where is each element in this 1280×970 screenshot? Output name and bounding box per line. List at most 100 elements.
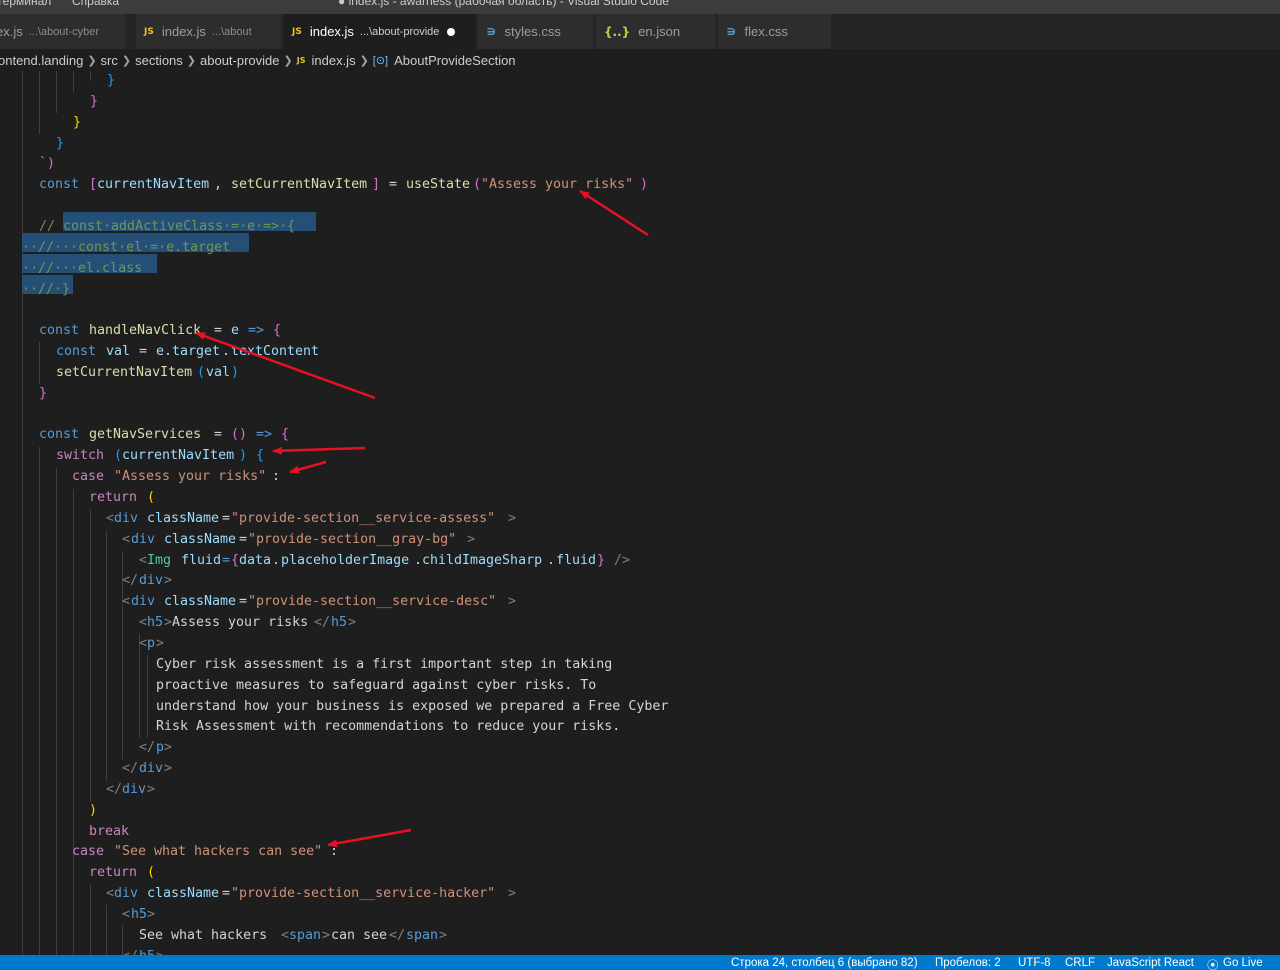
code-token: = xyxy=(206,323,231,339)
unsaved-dot-icon[interactable] xyxy=(447,27,456,36)
code-token: ) xyxy=(239,427,248,443)
code-token: h5 xyxy=(147,615,164,631)
language-mode-status[interactable]: JavaScript React xyxy=(1107,957,1194,969)
menu-help[interactable]: Справка xyxy=(72,0,119,8)
chevron-right-icon: ❯ xyxy=(186,54,197,67)
code-token: { xyxy=(273,323,282,339)
indentation-status[interactable]: Пробелов: 2 xyxy=(935,957,1001,969)
code-token: div xyxy=(131,531,156,547)
chevron-right-icon: ❯ xyxy=(359,54,369,67)
code-token: ··//·} xyxy=(22,281,71,297)
tab-flex-css[interactable]: ∍ flex.css xyxy=(718,14,832,49)
code-token: ) xyxy=(640,177,649,193)
code-token: [ xyxy=(89,177,98,193)
breadcrumb-item[interactable]: AboutProvideSection xyxy=(394,53,515,68)
json-file-icon: {..} xyxy=(604,24,631,39)
code-token: < xyxy=(122,531,131,547)
tab-name: index.js xyxy=(161,24,206,39)
code-token: , xyxy=(214,177,231,193)
code-token: { xyxy=(231,552,240,568)
code-token: => xyxy=(248,323,265,339)
code-token: = xyxy=(222,510,231,526)
code-token: Img xyxy=(147,552,172,568)
code-token: "provide-section__service-desc" xyxy=(248,594,497,610)
code-token: } xyxy=(56,135,65,151)
code-token: div xyxy=(122,781,147,797)
code-token: const xyxy=(56,344,105,360)
code-token: p xyxy=(156,740,165,756)
code-token: placeholderImage xyxy=(281,552,410,568)
code-token: . xyxy=(547,552,556,568)
tab-name: ex.js xyxy=(0,24,23,39)
tab-styles-css[interactable]: ∍ styles.css xyxy=(478,14,594,49)
code-token: switch xyxy=(56,448,113,464)
code-token: } xyxy=(39,385,48,401)
code-token: ) xyxy=(239,448,248,464)
code-token: </ xyxy=(139,740,156,756)
breadcrumb-item[interactable]: src xyxy=(101,53,118,68)
breadcrumb-item[interactable]: index.js xyxy=(311,53,355,68)
js-file-icon: JS xyxy=(296,55,306,65)
code-token: = xyxy=(239,531,248,547)
code-token: = xyxy=(239,594,248,610)
tab-index-js-about-provide[interactable]: JS index.js ...\about-provide xyxy=(284,14,476,49)
indent-guide xyxy=(90,884,91,955)
code-token: ··//···const·el·=·e.target xyxy=(22,239,231,255)
code-token: < xyxy=(122,594,131,610)
code-token: h5 xyxy=(139,946,155,955)
code-token: => xyxy=(256,427,273,443)
code-token: break xyxy=(89,823,130,839)
tab-ex-js[interactable]: ex.js ...\about-cyber xyxy=(0,14,126,49)
breadcrumb-item[interactable]: about-provide xyxy=(200,53,280,68)
code-token: ( xyxy=(473,177,482,193)
code-token: ) xyxy=(47,156,56,172)
code-token: : xyxy=(330,844,339,860)
indent-guide xyxy=(39,71,40,134)
indent-guide xyxy=(147,655,148,738)
tab-name: styles.css xyxy=(504,24,561,39)
code-token: { xyxy=(281,427,290,443)
code-token: </ xyxy=(122,946,138,955)
code-token: "Assess your risks" xyxy=(481,177,634,193)
code-token: setCurrentNavItem xyxy=(231,177,368,193)
code-token: ` xyxy=(39,156,48,172)
encoding-status[interactable]: UTF-8 xyxy=(1018,957,1051,969)
code-token: // const·addActiveClass·=·e·=>·{ xyxy=(39,218,296,234)
code-token: textContent xyxy=(231,344,320,360)
code-token: proactive measures to safeguard against … xyxy=(156,677,597,693)
indent-guide xyxy=(90,510,91,802)
code-token: className xyxy=(164,531,237,547)
breadcrumb-item[interactable]: sections xyxy=(135,53,183,68)
code-token: className xyxy=(147,510,220,526)
go-live-button[interactable]: Go Live xyxy=(1223,957,1263,969)
indent-guide xyxy=(73,71,74,92)
code-token: h5 xyxy=(131,907,148,922)
tab-index-js-about[interactable]: JS index.js ...\about xyxy=(136,14,282,49)
code-token: div xyxy=(131,594,156,610)
code-token: = xyxy=(131,344,156,360)
code-token: "provide-section__gray-bg" xyxy=(248,531,457,547)
tab-path: ...\about xyxy=(211,25,252,38)
code-token: e xyxy=(156,344,165,360)
code-token: < xyxy=(139,552,148,568)
code-editor[interactable]: }}}} `) const [currentNavItem, setCurrentN… xyxy=(0,71,1280,955)
code-token: case xyxy=(72,469,113,485)
tab-path: ...\about-provide xyxy=(359,25,440,38)
tab-bar: ex.js ...\about-cyber JS index.js ...\ab… xyxy=(0,14,1280,49)
code-token: } xyxy=(107,73,116,88)
eol-status[interactable]: CRLF xyxy=(1065,957,1095,969)
code-token: } xyxy=(90,93,99,109)
cursor-position-status[interactable]: Строка 24, столбец 6 (выбрано 82) xyxy=(731,957,918,969)
menu-terminal[interactable]: Терминал xyxy=(0,0,51,8)
chevron-right-icon: ❯ xyxy=(121,54,132,67)
code-token: const xyxy=(39,427,88,443)
indent-guide xyxy=(106,531,107,781)
tab-en-json[interactable]: {..} en.json xyxy=(596,14,716,49)
breadcrumb-item[interactable]: ontend.landing xyxy=(0,53,83,68)
code-token: const xyxy=(39,323,88,339)
code-token: div xyxy=(114,886,139,902)
